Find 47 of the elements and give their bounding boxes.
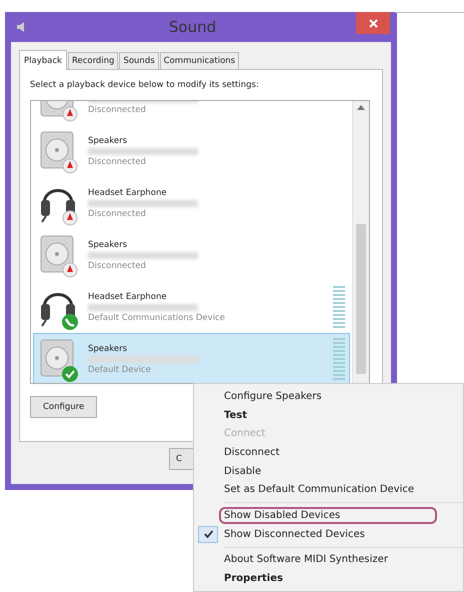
device-row[interactable]: Disconnected: [33, 101, 350, 125]
scroll-up-icon[interactable]: [357, 105, 365, 110]
menu-item[interactable]: About Software MIDI Synthesizer: [219, 551, 393, 568]
menu-item[interactable]: Configure Speakers: [219, 388, 327, 405]
device-row[interactable]: Speakers Disconnected: [33, 125, 350, 177]
window-title: Sound: [168, 18, 218, 36]
device-name: Speakers: [88, 344, 128, 354]
check-badge-icon: [62, 366, 78, 382]
close-icon: [368, 19, 378, 28]
menu-item[interactable]: Disable: [219, 462, 266, 480]
instruction-text: Select a playback device below to modify its settings:: [30, 80, 260, 90]
device-status: Default Communications Device: [88, 312, 226, 322]
menu-item[interactable]: Show Disabled Devices: [219, 507, 438, 524]
menu-item[interactable]: Test: [219, 406, 252, 424]
menu-item[interactable]: Set as Default Communication Device: [219, 481, 420, 498]
close-button[interactable]: [356, 12, 390, 34]
device-row[interactable]: Speakers Disconnected: [33, 229, 350, 281]
device-status: Default Device: [88, 364, 152, 374]
device-name: Speakers: [88, 240, 128, 250]
speaker-icon: [40, 340, 74, 376]
tab[interactable]: Playback: [19, 50, 67, 70]
device-name: Headset Earphone: [88, 292, 168, 302]
scrollbar[interactable]: [352, 101, 369, 383]
disconnected-badge-icon: [62, 158, 78, 174]
device-status: Disconnected: [88, 208, 147, 218]
disconnected-badge-icon: [62, 106, 78, 122]
device-name: Headset Earphone: [88, 188, 168, 198]
speaker-icon: [40, 132, 74, 168]
device-row[interactable]: Speakers Default Device: [33, 333, 350, 383]
device-row[interactable]: Headset Earphone Disconnected: [33, 177, 350, 229]
tab[interactable]: Sounds: [119, 52, 159, 69]
menu-item[interactable]: Disconnect: [219, 444, 285, 461]
device-status: Disconnected: [88, 104, 147, 114]
checkmark-icon: [204, 530, 212, 538]
menu-item[interactable]: Properties: [219, 570, 288, 588]
speaker-icon: [40, 236, 74, 272]
device-row[interactable]: Headset Earphone Default Communications Device: [33, 281, 350, 333]
tab[interactable]: Recording: [68, 52, 118, 69]
disconnected-badge-icon: [62, 210, 78, 226]
menu-item[interactable]: Show Disconnected Devices: [219, 526, 370, 543]
disconnected-badge-icon: [62, 262, 78, 278]
phone-badge-icon: [62, 314, 78, 330]
tab[interactable]: Communications: [160, 52, 240, 69]
device-status: Disconnected: [88, 156, 147, 166]
device-name: Speakers: [88, 136, 128, 146]
configure-button[interactable]: Configure: [30, 396, 98, 418]
device-status: Disconnected: [88, 260, 147, 270]
